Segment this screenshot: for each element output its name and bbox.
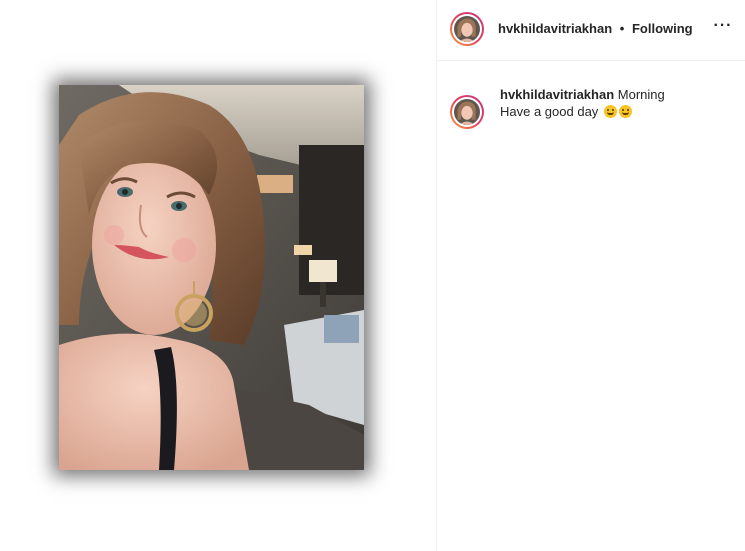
- more-options-icon[interactable]: ···: [713, 18, 733, 37]
- caption-text: hvkhildavitriakhan Morning Have a good d…: [500, 86, 730, 120]
- avatar-image: [454, 16, 480, 42]
- post-sidebar: hvkhildavitriakhan • Following ··· hvkhi…: [437, 0, 745, 551]
- author-avatar[interactable]: [450, 12, 484, 46]
- caption-line-2: Have a good day: [500, 104, 599, 119]
- post-header-text: hvkhildavitriakhan • Following: [498, 21, 693, 36]
- post-media-pane: [0, 0, 436, 551]
- post-header: hvkhildavitriakhan • Following ···: [437, 0, 745, 61]
- selfie-photo-image: [59, 85, 364, 470]
- avatar-image: [454, 99, 480, 125]
- comment-author-username[interactable]: hvkhildavitriakhan: [500, 87, 614, 102]
- yum-face-emoji: [618, 105, 632, 118]
- avatar-face: [454, 16, 480, 42]
- avatar-face: [454, 99, 480, 125]
- yum-face-emoji: [603, 105, 617, 118]
- avatar-ring-inner: [452, 97, 482, 127]
- author-username[interactable]: hvkhildavitriakhan: [498, 21, 612, 36]
- caption-line-1: Morning: [617, 87, 665, 102]
- avatar-ring-inner: [452, 14, 482, 44]
- post-photo[interactable]: [59, 85, 364, 470]
- following-button[interactable]: Following: [632, 21, 693, 36]
- comment-author-avatar[interactable]: [450, 95, 484, 129]
- header-separator: •: [619, 21, 625, 36]
